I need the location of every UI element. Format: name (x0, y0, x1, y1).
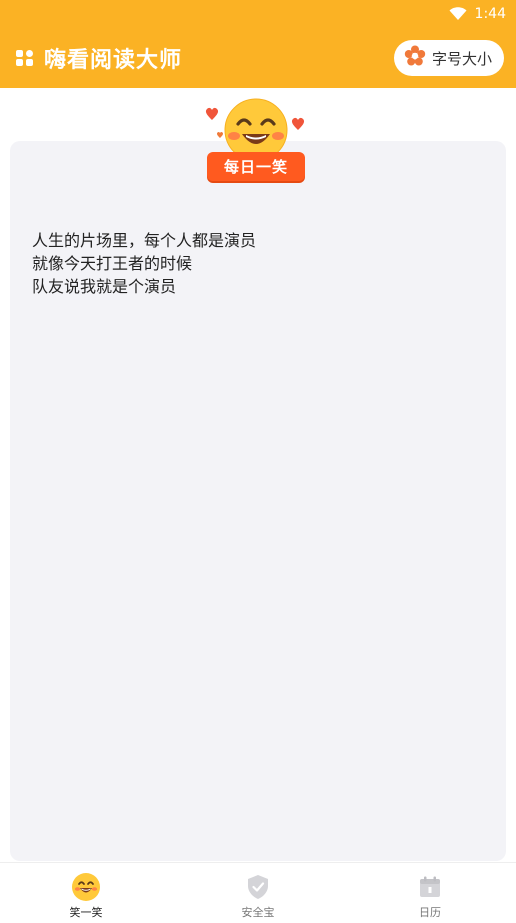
joke-line: 队友说我就是个演员 (32, 277, 177, 296)
nav-item-security[interactable]: 安全宝 (172, 863, 344, 923)
joke-line: 人生的片场里，每个人都是演员 (32, 231, 257, 250)
grid-icon[interactable] (14, 47, 36, 69)
font-size-label: 字号大小 (431, 49, 492, 68)
nav-label: 日历 (419, 906, 441, 919)
flower-icon (404, 45, 426, 71)
nav-label: 笑一笑 (69, 906, 103, 919)
nav-item-laugh[interactable]: 笑一笑 (0, 863, 172, 923)
status-bar: 1:44 (0, 0, 516, 28)
nav-item-calendar[interactable]: 日历 (344, 863, 516, 923)
joke-line: 就像今天打王者的时候 (32, 254, 193, 273)
font-size-button[interactable]: 字号大小 (393, 40, 504, 76)
app-title: 嗨看阅读大师 (44, 48, 183, 73)
shield-icon (243, 872, 273, 902)
joke-text: 人生的片场里，每个人都是演员 就像今天打王者的时候 队友说我就是个演员 (32, 229, 486, 298)
joke-card: 人生的片场里，每个人都是演员 就像今天打王者的时候 队友说我就是个演员 (10, 141, 506, 861)
app-bar: 嗨看阅读大师 字号大小 (0, 28, 516, 88)
wifi-icon (449, 7, 467, 21)
nav-label: 安全宝 (241, 906, 275, 919)
daily-joke-badge: 每日一笑 (198, 98, 314, 186)
bottom-nav: 笑一笑 安全宝 日历 (0, 862, 516, 923)
calendar-icon (415, 872, 445, 902)
badge-label: 每日一笑 (207, 152, 305, 181)
status-time: 1:44 (474, 6, 506, 22)
smiley-icon (71, 872, 101, 902)
